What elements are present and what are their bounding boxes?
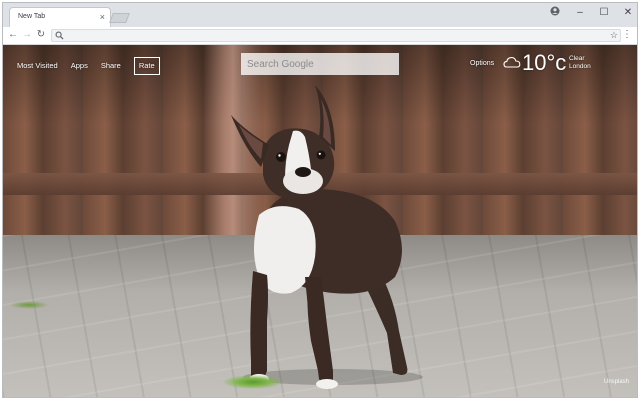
search-input[interactable] xyxy=(241,53,399,75)
browser-menu-button[interactable]: ⋮ xyxy=(622,29,632,41)
forward-button[interactable]: → xyxy=(21,29,33,41)
tab-strip: New Tab × – ☐ ✕ xyxy=(3,3,637,28)
new-tab-page: Most Visited Apps Share Rate Options 10°… xyxy=(3,45,637,397)
bookmark-star-icon[interactable]: ☆ xyxy=(610,30,618,41)
address-input[interactable] xyxy=(66,30,596,41)
browser-toolbar: ← → ↻ ☆ ⋮ xyxy=(3,27,637,45)
google-search-box[interactable] xyxy=(241,53,399,75)
temperature: 10°c xyxy=(522,50,567,75)
reload-button[interactable]: ↻ xyxy=(35,29,47,41)
rate-button[interactable]: Rate xyxy=(133,57,160,75)
weather-condition: Clear xyxy=(569,55,585,62)
tab-new-tab[interactable]: New Tab × xyxy=(9,7,111,28)
weather-details: Clear London xyxy=(569,55,591,71)
back-button[interactable]: ← xyxy=(7,29,19,41)
options-link[interactable]: Options xyxy=(470,60,494,67)
maximize-button[interactable]: ☐ xyxy=(596,6,612,20)
tab-close-icon[interactable]: × xyxy=(100,11,105,23)
close-window-button[interactable]: ✕ xyxy=(620,6,636,20)
profile-icon[interactable] xyxy=(550,6,560,16)
boston-terrier-image xyxy=(231,85,423,389)
photo-credit[interactable]: Unsplash xyxy=(604,379,629,385)
browser-window: New Tab × – ☐ ✕ ← → ↻ ☆ ⋮ Most Visited A… xyxy=(2,2,638,398)
most-visited-link[interactable]: Most Visited xyxy=(17,59,58,73)
grass-tuft xyxy=(223,375,283,389)
address-bar[interactable]: ☆ xyxy=(51,29,621,42)
top-links: Most Visited Apps Share Rate xyxy=(17,57,160,75)
cloud-icon xyxy=(503,57,521,68)
grass-patch xyxy=(9,301,49,309)
apps-link[interactable]: Apps xyxy=(71,59,88,73)
weather-location: London xyxy=(569,63,591,70)
tab-title: New Tab xyxy=(18,13,46,20)
share-link[interactable]: Share xyxy=(101,59,121,73)
search-icon xyxy=(55,31,64,40)
minimize-button[interactable]: – xyxy=(572,6,588,20)
new-tab-button[interactable] xyxy=(109,13,130,23)
